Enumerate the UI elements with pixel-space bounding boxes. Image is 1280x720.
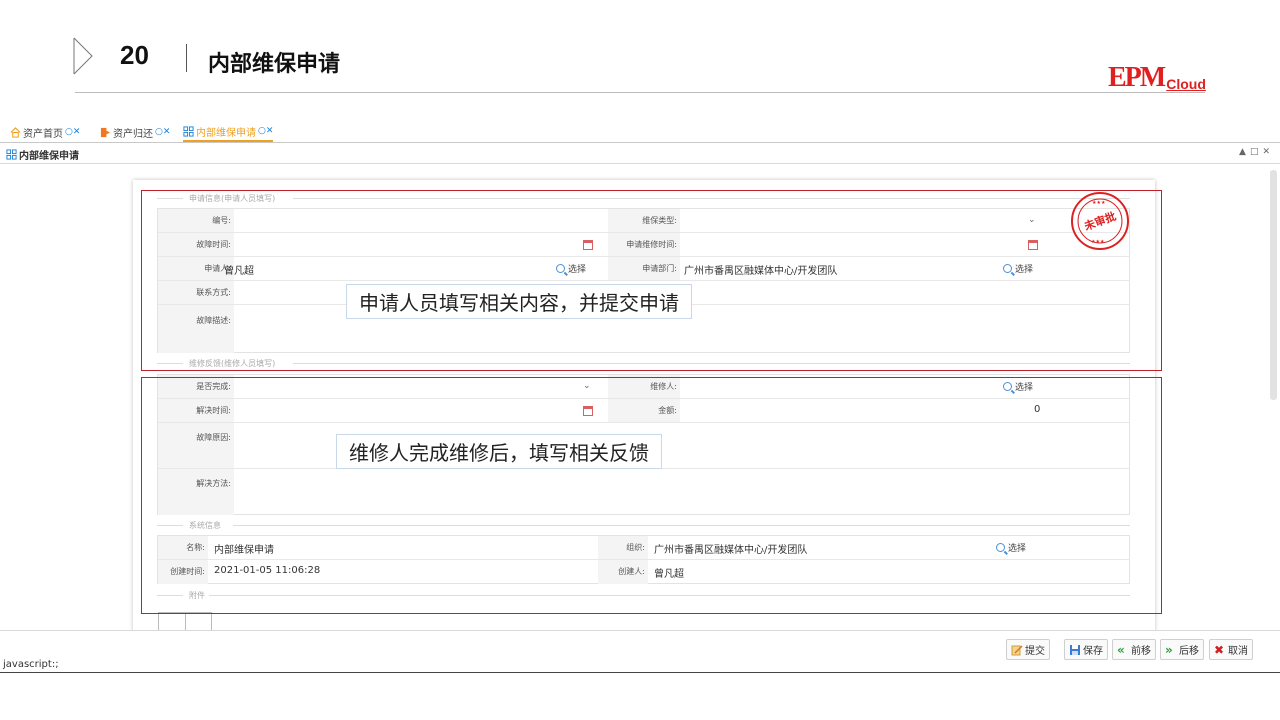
tab-label: 资产归还 [113,128,153,140]
edit-icon [1011,644,1023,655]
maximize-icon[interactable]: □ [1250,147,1263,157]
logo-main-text: EPM [1108,62,1166,93]
epm-cloud-logo: EPM Cloud [1108,62,1206,93]
tab-close-icon[interactable]: ○✕ [258,126,273,136]
attachment-table[interactable] [158,612,212,632]
vertical-scrollbar[interactable] [1270,170,1277,400]
chevron-right-icon [73,37,93,75]
grid-icon [183,125,194,137]
collapse-icon[interactable]: ▲ [1239,147,1250,157]
panel-title-text: 内部维保申请 [19,151,79,162]
tab-asset-return[interactable]: 资产归还 ○✕ [100,122,170,142]
tab-close-icon[interactable]: ○✕ [65,127,80,137]
double-chevron-left-icon: « [1117,642,1125,657]
close-icon: ✖ [1214,642,1225,657]
panel-controls: ▲□✕ [1239,147,1274,157]
grid-icon [6,149,17,160]
prev-label: 前移 [1131,646,1151,657]
prev-button[interactable]: « 前移 [1112,639,1156,660]
panel-header: 内部维保申请 ▲□✕ [0,144,1280,164]
tab-maintenance-request[interactable]: 内部维保申请 ○✕ [183,122,274,142]
cancel-label: 取消 [1228,646,1248,657]
panel-title: 内部维保申请 [6,147,79,162]
slide-title: 内部维保申请 [208,52,341,77]
tab-asset-home[interactable]: 资产首页 ○✕ [10,122,80,142]
return-icon [100,127,111,137]
title-separator [186,44,187,72]
tab-bar: 资产首页 ○✕ 资产归还 ○✕ 内部维保申请 ○✕ [0,118,1280,143]
app-window: 资产首页 ○✕ 资产归还 ○✕ 内部维保申请 ○✕ 内部维保申请 ▲□✕ 申请信… [0,118,1280,674]
home-icon [10,126,21,138]
callout-apply: 申请人员填写相关内容，并提交申请 [346,284,692,319]
bottom-border [0,672,1280,673]
annotation-box-repair [141,377,1162,614]
close-icon[interactable]: ✕ [1262,147,1274,157]
tab-label: 资产首页 [23,128,63,140]
annotation-box-apply [141,190,1162,371]
submit-button[interactable]: 提交 [1006,639,1050,660]
slide-header: 20 内部维保申请 EPM Cloud [0,0,1280,110]
tab-close-icon[interactable]: ○✕ [155,127,170,137]
slide-number: 20 [120,40,149,70]
bottom-toolbar: javascript:; 提交 保存 « 前移 » 后移 ✖ 取消 [0,630,1280,674]
next-label: 后移 [1179,646,1199,657]
callout-repair: 维修人完成维修后，填写相关反馈 [336,434,662,469]
save-icon [1070,644,1080,655]
cancel-button[interactable]: ✖ 取消 [1209,639,1253,660]
submit-label: 提交 [1025,646,1045,657]
next-button[interactable]: » 后移 [1160,639,1204,660]
save-button[interactable]: 保存 [1064,639,1108,660]
double-chevron-right-icon: » [1165,642,1173,657]
status-bar-text: javascript:; [3,659,59,670]
logo-sub-text: Cloud [1166,76,1206,92]
save-label: 保存 [1083,646,1103,657]
tab-label: 内部维保申请 [196,127,256,139]
header-divider [75,92,1205,93]
